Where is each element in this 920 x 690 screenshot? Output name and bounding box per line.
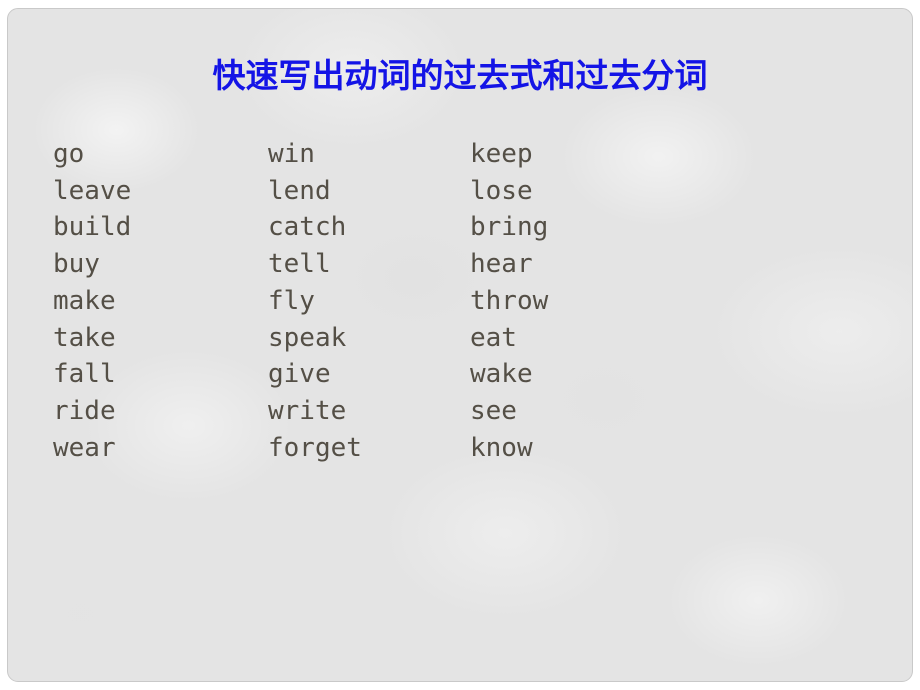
verb-word: forget — [268, 432, 362, 463]
verb-word: go — [53, 139, 85, 169]
verb-word: tell — [268, 249, 331, 280]
verb-word: write — [268, 395, 347, 426]
verb-word: make — [53, 285, 116, 316]
verb-word: buy — [53, 249, 100, 280]
verb-word: bring — [470, 212, 549, 243]
verb-word: eat — [470, 322, 517, 353]
verb-word: take — [53, 322, 116, 353]
verb-column-2: win lend catch tell fly speak give write… — [268, 136, 470, 466]
verb-word: wake — [470, 359, 533, 390]
verb-word: fly — [268, 285, 315, 316]
verb-word: lose — [470, 175, 533, 206]
verb-word: wear — [53, 432, 116, 463]
verb-word: throw — [470, 285, 549, 316]
verb-word: ride — [53, 395, 116, 426]
verb-word: see — [470, 395, 517, 426]
verb-word: hear — [470, 249, 533, 280]
verb-word: win — [268, 139, 315, 169]
verb-word: build — [53, 212, 132, 243]
verb-word: know — [470, 432, 533, 463]
verb-list: go leave build buy make take fall ride w… — [53, 136, 670, 466]
verb-word: catch — [268, 212, 347, 243]
presentation-slide: 快速写出动词的过去式和过去分词 go leave build buy make … — [7, 8, 913, 682]
verb-column-1: go leave build buy make take fall ride w… — [53, 136, 268, 466]
slide-title: 快速写出动词的过去式和过去分词 — [212, 56, 708, 95]
verb-word: leave — [53, 175, 132, 206]
verb-word: keep — [470, 139, 533, 169]
verb-word: lend — [268, 175, 331, 206]
verb-column-3: keep lose bring hear throw eat wake see … — [470, 136, 670, 466]
verb-word: fall — [53, 359, 116, 390]
verb-word: give — [268, 359, 331, 390]
verb-word: speak — [268, 322, 347, 353]
